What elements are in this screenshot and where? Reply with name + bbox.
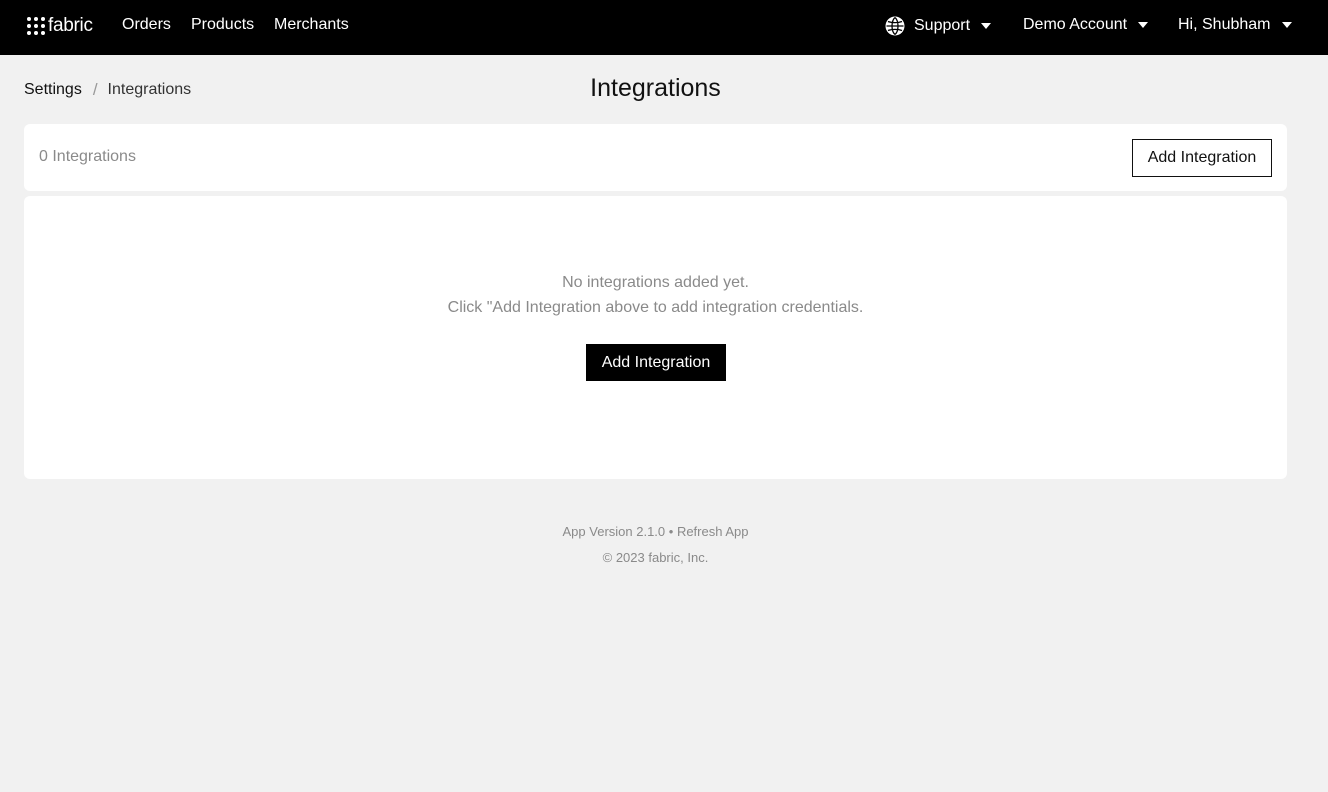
footer-separator: • (665, 524, 677, 539)
empty-state-hint: Click "Add Integration above to add inte… (447, 299, 864, 316)
user-menu[interactable]: Hi, Shubham (1178, 16, 1292, 34)
fabric-logo[interactable]: fabric (27, 15, 93, 37)
empty-state-card: No integrations added yet. Click "Add In… (24, 196, 1287, 479)
nav-merchants[interactable]: Merchants (274, 16, 349, 34)
account-menu[interactable]: Demo Account (1023, 16, 1149, 34)
footer-copyright: © 2023 fabric, Inc. (602, 550, 709, 565)
integrations-count: 0 Integrations (39, 148, 136, 165)
nav-products[interactable]: Products (191, 16, 254, 34)
add-integration-button[interactable]: Add Integration (1132, 139, 1272, 177)
logo-text: fabric (48, 15, 93, 36)
page-title: Integrations (590, 74, 721, 102)
logo-dots-icon (27, 17, 45, 35)
user-greeting: Hi, Shubham (1178, 16, 1271, 33)
refresh-app-link[interactable]: Refresh App (677, 524, 749, 539)
nav-orders[interactable]: Orders (122, 16, 171, 34)
account-label: Demo Account (1023, 16, 1128, 33)
footer-version-line: App Version 2.1.0 • Refresh App (0, 524, 1311, 539)
add-integration-primary-button[interactable]: Add Integration (586, 344, 726, 381)
empty-state-message: No integrations added yet. (562, 274, 749, 291)
chevron-down-icon (1138, 22, 1149, 28)
app-version: App Version 2.1.0 (562, 524, 666, 539)
chevron-down-icon (981, 23, 992, 29)
globe-icon (885, 16, 905, 36)
integrations-summary-card: 0 Integrations Add Integration (24, 124, 1287, 191)
chevron-down-icon (1281, 22, 1292, 28)
support-menu[interactable]: Support (885, 16, 992, 36)
support-label: Support (914, 17, 971, 34)
top-navigation-bar: fabric Orders Products Merchants Support… (0, 0, 1328, 55)
